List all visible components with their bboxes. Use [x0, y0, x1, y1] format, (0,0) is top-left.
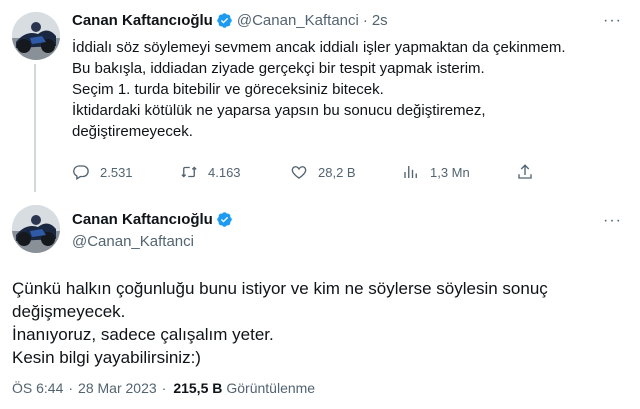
tweet-text: İddialı söz söylemeyi sevmem ancak iddia… [72, 37, 628, 142]
share-button[interactable] [516, 160, 534, 184]
views-count[interactable]: 215,5 B [173, 380, 222, 396]
reply-icon [73, 165, 89, 180]
separator-dot: · [161, 380, 167, 396]
reply-text-line: Kesin bilgi yayabilirsiniz:) [12, 348, 201, 367]
views-icon [404, 166, 417, 178]
reply-text: Çünkü halkın çoğunluğu bunu istiyor ve k… [12, 277, 628, 369]
tweet-text-line: İktidardaki kötülük ne yaparsa yapsın bu… [72, 102, 486, 119]
verified-icon [216, 12, 233, 29]
retweet-button[interactable]: 4.163 [180, 160, 241, 184]
author-name[interactable]: Canan Kaftancıoğlu [72, 211, 213, 228]
reply-text-line: İnanıyoruz, sadece çalışalım yeter. [12, 325, 274, 344]
tweet-text-line: değiştiremeyecek. [72, 123, 193, 140]
tweet-time[interactable]: ÖS 6:44 [12, 380, 63, 396]
more-icon[interactable]: ··· [603, 212, 622, 230]
reply-button[interactable]: 2.531 [72, 160, 133, 184]
tweet-text-line: İddialı söz söylemeyi sevmem ancak iddia… [72, 39, 566, 56]
tweet-actions: 2.531 4.163 28,2 B 1,3 Mn [68, 160, 548, 184]
tweet-date[interactable]: 28 Mar 2023 [78, 380, 157, 396]
reply-text-line: değişmeyecek. [12, 302, 126, 321]
reply-count: 2.531 [100, 164, 133, 180]
like-count: 28,2 B [318, 164, 356, 180]
author-name[interactable]: Canan Kaftancıoğlu [72, 12, 213, 29]
author-handle[interactable]: @Canan_Kaftanci [237, 12, 359, 29]
more-icon[interactable]: ··· [603, 12, 622, 30]
avatar-image [12, 12, 60, 60]
share-icon [518, 164, 532, 179]
like-button[interactable]: 28,2 B [290, 160, 356, 184]
reply-text-line: Çünkü halkın çoğunluğu bunu istiyor ve k… [12, 279, 548, 298]
thread-line [34, 64, 36, 192]
views-button[interactable]: 1,3 Mn [402, 160, 470, 184]
tweet-text-line: Bu bakışla, iddiadan ziyade gerçekçi bir… [72, 60, 485, 77]
tweet-top[interactable]: Canan Kaftancıoğlu @Canan_Kaftanci · 2s … [0, 0, 640, 192]
avatar-image [12, 205, 60, 253]
separator-dot: · [68, 380, 74, 396]
tweet-time[interactable]: 2s [372, 12, 388, 29]
separator-dot: · [362, 11, 368, 29]
verified-icon [216, 211, 233, 228]
views-label[interactable]: Görüntülenme [226, 380, 315, 396]
avatar[interactable] [12, 12, 60, 60]
reply-header: Canan Kaftancıoğlu @Canan_Kaftanci [72, 209, 233, 250]
tweet-text-line: Seçim 1. turda bitebilir ve göreceksiniz… [72, 81, 384, 98]
tweet-meta: ÖS 6:44 · 28 Mar 2023 · 215,5 B Görüntül… [12, 380, 315, 396]
avatar[interactable] [12, 205, 60, 253]
views-count: 1,3 Mn [430, 164, 470, 180]
tweet-header: Canan Kaftancıoğlu @Canan_Kaftanci · 2s [72, 10, 388, 30]
like-icon [291, 166, 307, 179]
retweet-icon [181, 166, 197, 178]
author-handle[interactable]: @Canan_Kaftanci [72, 233, 233, 250]
retweet-count: 4.163 [208, 164, 241, 180]
